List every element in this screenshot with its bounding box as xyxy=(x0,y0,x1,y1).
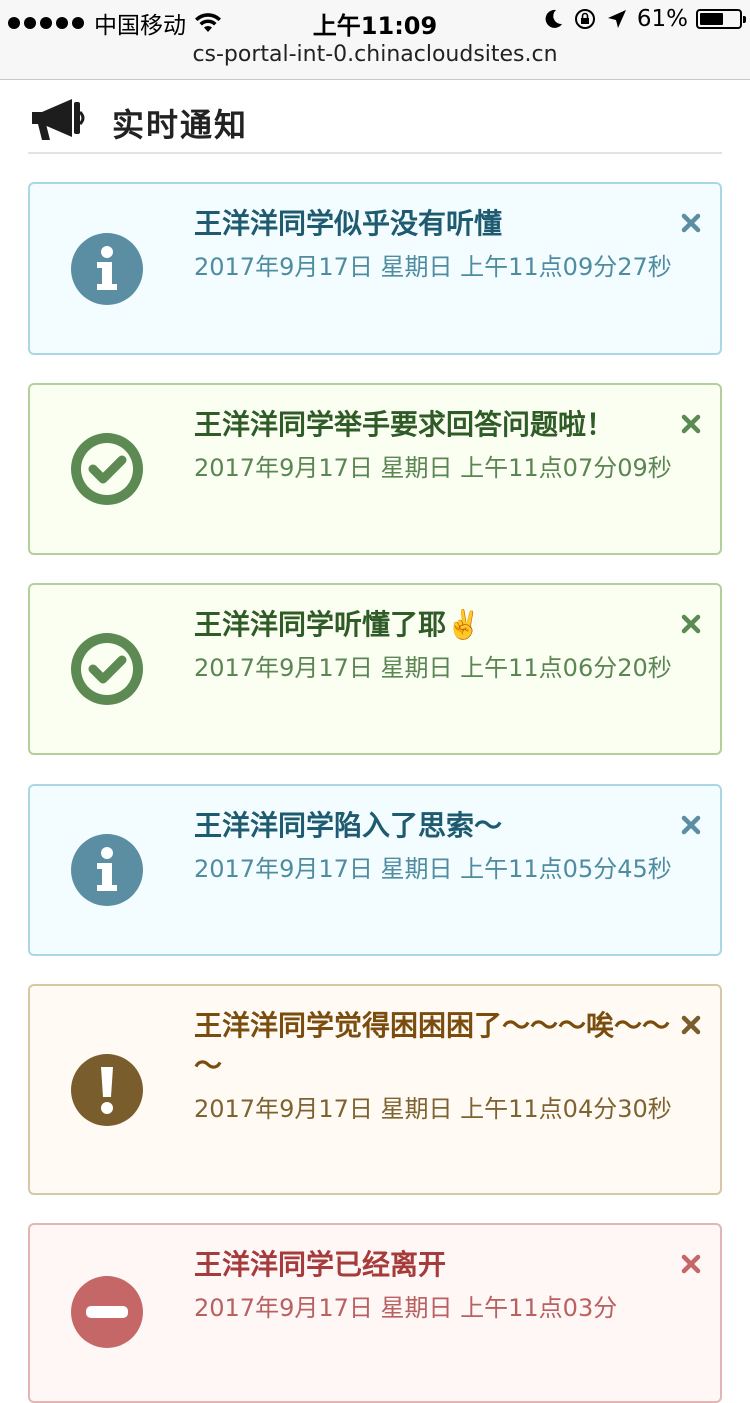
battery-level xyxy=(700,13,724,25)
check-circle-icon xyxy=(71,633,143,705)
moon-icon xyxy=(545,9,562,28)
status-bar: 中国移动 上午11:09 61% xyxy=(0,0,750,40)
megaphone-icon xyxy=(32,99,85,140)
notification-alert: 王洋洋同学觉得困困困了～～～唉～～～ 2017年9月17日 星期日 上午11点0… xyxy=(28,984,722,1195)
battery-icon xyxy=(696,9,746,29)
close-icon[interactable] xyxy=(680,613,702,635)
alert-content: 王洋洋同学似乎没有听懂 2017年9月17日 星期日 上午11点09分27秒 xyxy=(194,204,674,286)
notification-alert: 王洋洋同学陷入了思索～ 2017年9月17日 星期日 上午11点05分45秒 xyxy=(28,784,722,956)
alert-content: 王洋洋同学陷入了思索～ 2017年9月17日 星期日 上午11点05分45秒 xyxy=(194,806,674,888)
notification-alert: 王洋洋同学似乎没有听懂 2017年9月17日 星期日 上午11点09分27秒 xyxy=(28,182,722,355)
page-title: 实时通知 xyxy=(112,106,249,144)
alert-content: 王洋洋同学举手要求回答问题啦！ 2017年9月17日 星期日 上午11点07分0… xyxy=(194,405,674,487)
minus-circle-icon xyxy=(71,1276,143,1348)
alert-timestamp: 2017年9月17日 星期日 上午11点07分09秒 xyxy=(194,454,672,482)
notification-alert: 王洋洋同学听懂了耶✌️ 2017年9月17日 星期日 上午11点06分20秒 xyxy=(28,583,722,755)
close-icon[interactable] xyxy=(680,413,702,435)
alert-title: 王洋洋同学举手要求回答问题啦！ xyxy=(194,408,615,441)
close-icon[interactable] xyxy=(680,814,702,836)
location-arrow-icon xyxy=(607,10,626,28)
alert-title: 王洋洋同学陷入了思索～ xyxy=(194,809,503,842)
info-circle-icon xyxy=(71,834,143,906)
info-circle-icon xyxy=(71,232,143,305)
alert-timestamp: 2017年9月17日 星期日 上午11点05分45秒 xyxy=(194,855,672,883)
alert-title: 王洋洋同学觉得困困困了～～～唉～～～ xyxy=(194,1009,671,1082)
close-icon[interactable] xyxy=(680,212,702,234)
alert-content: 王洋洋同学听懂了耶✌️ 2017年9月17日 星期日 上午11点06分20秒 xyxy=(194,605,674,687)
alert-title: 王洋洋同学似乎没有听懂 xyxy=(194,207,503,240)
close-icon[interactable] xyxy=(680,1253,702,1275)
browser-url-bar[interactable]: cs-portal-int-0.chinacloudsites.cn xyxy=(0,40,750,80)
check-circle-icon xyxy=(71,433,143,505)
alert-timestamp: 2017年9月17日 星期日 上午11点09分27秒 xyxy=(194,253,672,281)
alert-timestamp: 2017年9月17日 星期日 上午11点06分20秒 xyxy=(194,654,672,682)
rotation-lock-icon xyxy=(574,9,595,29)
battery-percentage: 61% xyxy=(636,6,688,32)
alert-content: 王洋洋同学已经离开 2017年9月17日 星期日 上午11点03分 xyxy=(194,1245,674,1327)
exclamation-circle-icon xyxy=(71,1053,143,1126)
alert-title: 王洋洋同学已经离开 xyxy=(194,1248,447,1281)
alert-timestamp: 2017年9月17日 星期日 上午11点03分 xyxy=(194,1294,618,1322)
alert-timestamp: 2017年9月17日 星期日 上午11点04分30秒 xyxy=(194,1095,672,1123)
alert-title: 王洋洋同学听懂了耶✌️ xyxy=(194,608,481,641)
page-header: 实时通知 xyxy=(28,90,722,154)
status-bar-right: 61% xyxy=(541,6,746,32)
alert-content: 王洋洋同学觉得困困困了～～～唉～～～ 2017年9月17日 星期日 上午11点0… xyxy=(194,1006,674,1128)
notification-alert: 王洋洋同学举手要求回答问题啦！ 2017年9月17日 星期日 上午11点07分0… xyxy=(28,383,722,555)
close-icon[interactable] xyxy=(680,1014,702,1036)
notification-alert: 王洋洋同学已经离开 2017年9月17日 星期日 上午11点03分 xyxy=(28,1223,722,1403)
